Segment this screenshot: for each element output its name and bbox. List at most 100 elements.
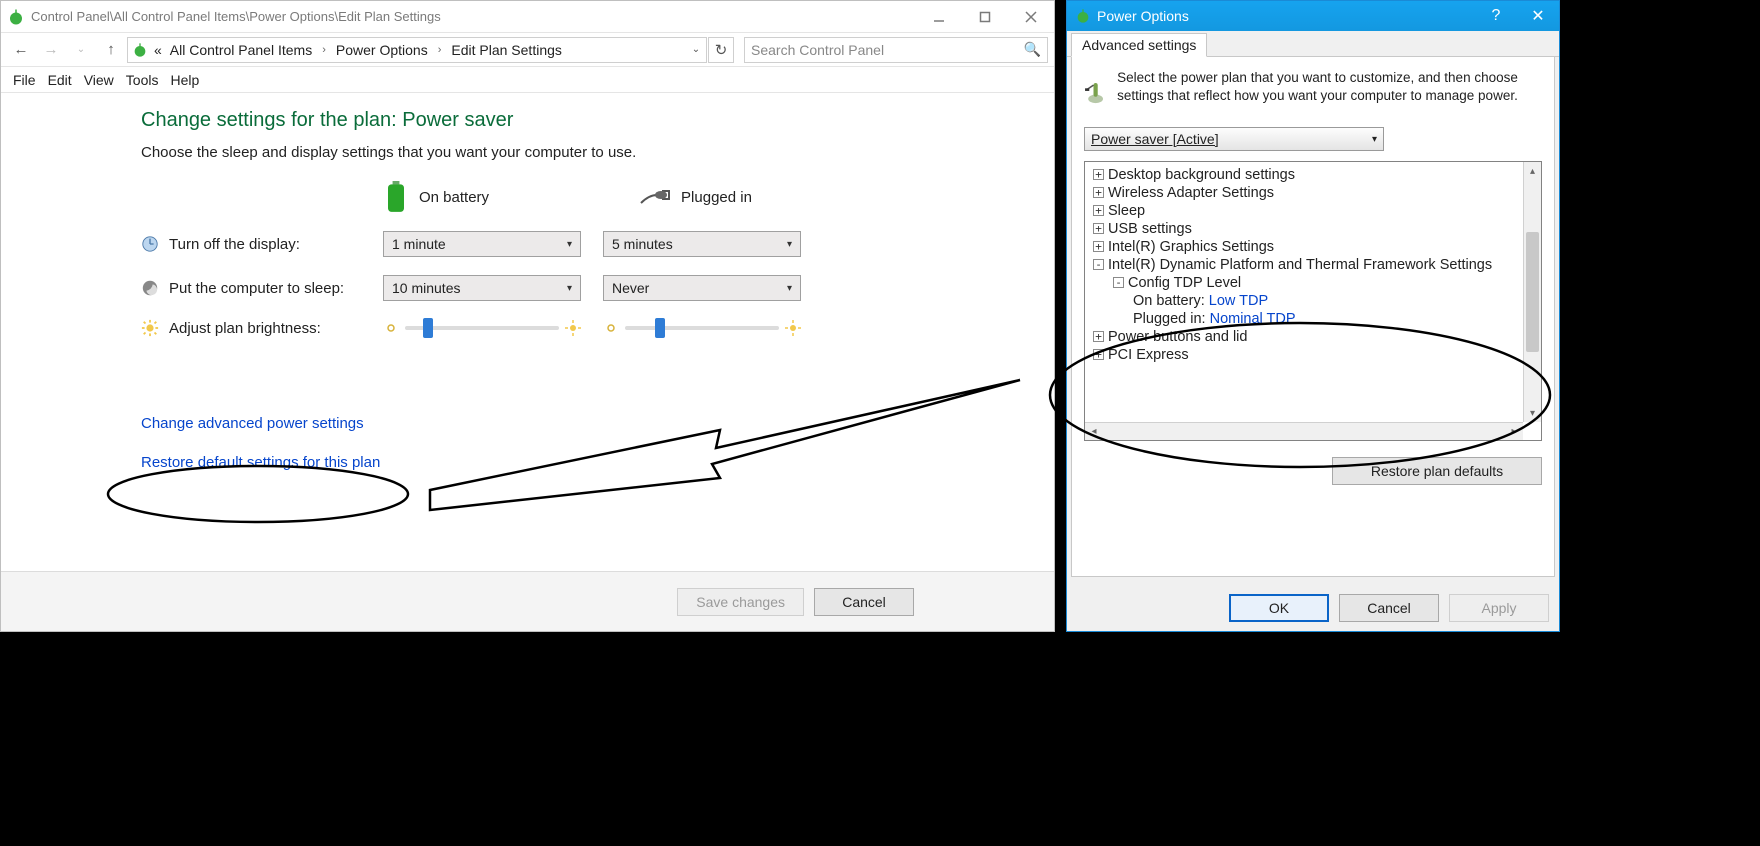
power-icon <box>1075 8 1091 24</box>
tree-item[interactable]: Desktop background settings <box>1108 167 1295 183</box>
menu-help[interactable]: Help <box>170 72 199 88</box>
power-icon <box>7 8 25 26</box>
scroll-right-icon[interactable]: ▸ <box>1505 423 1523 440</box>
scroll-left-icon[interactable]: ◂ <box>1085 423 1103 440</box>
tree-setting-value[interactable]: Low TDP <box>1209 293 1268 309</box>
settings-tree[interactable]: + Desktop background settings + Wireless A… <box>1084 161 1542 441</box>
search-input[interactable]: Search Control Panel 🔍 <box>744 37 1048 63</box>
menu-edit[interactable]: Edit <box>48 72 72 88</box>
dialog-title: Power Options <box>1097 8 1189 24</box>
control-panel-window: Control Panel\All Control Panel Items\Po… <box>0 0 1055 632</box>
tree-setting-label: Plugged in: <box>1133 311 1206 327</box>
column-plugged-in: Plugged in <box>639 187 752 207</box>
tree-item[interactable]: PCI Express <box>1108 347 1189 363</box>
breadcrumb-item[interactable]: Edit Plan Settings <box>449 42 564 58</box>
content-area: Change settings for the plan: Power save… <box>1 93 1054 571</box>
tree-item[interactable]: Config TDP Level <box>1128 275 1241 291</box>
breadcrumb-pre[interactable]: « <box>152 42 164 58</box>
address-dropdown[interactable]: ⌄ <box>686 44 706 55</box>
restore-plan-defaults-button[interactable]: Restore plan defaults <box>1332 457 1542 485</box>
restore-default-link[interactable]: Restore default settings for this plan <box>141 454 380 471</box>
menu-view[interactable]: View <box>84 72 114 88</box>
column-on-battery: On battery <box>383 181 489 213</box>
titlebar: Control Panel\All Control Panel Items\Po… <box>1 1 1054 33</box>
chevron-down-icon: ▾ <box>1372 134 1377 145</box>
tree-item[interactable]: Intel(R) Graphics Settings <box>1108 239 1274 255</box>
window-title: Control Panel\All Control Panel Items\Po… <box>31 9 441 24</box>
brightness-plugged-slider[interactable] <box>625 326 779 330</box>
collapse-icon[interactable]: - <box>1093 259 1104 270</box>
help-button[interactable]: ? <box>1475 1 1517 31</box>
dialog-close-button[interactable]: ✕ <box>1517 1 1559 31</box>
brightness-battery-slider[interactable] <box>405 326 559 330</box>
sun-dim-icon <box>383 320 399 336</box>
up-button[interactable]: ↑ <box>97 36 125 64</box>
tree-vertical-scrollbar[interactable]: ▴ ▾ <box>1523 162 1541 422</box>
plan-select-dropdown[interactable]: Power saver [Active] ▾ <box>1084 127 1384 151</box>
tree-setting-value[interactable]: Nominal TDP <box>1210 311 1296 327</box>
scroll-down-icon[interactable]: ▾ <box>1524 404 1541 422</box>
plug-icon <box>639 187 671 207</box>
sleep-plugged-dropdown[interactable]: Never▾ <box>603 275 801 301</box>
maximize-button[interactable] <box>962 2 1008 32</box>
collapse-icon[interactable]: - <box>1113 277 1124 288</box>
display-battery-dropdown[interactable]: 1 minute▾ <box>383 231 581 257</box>
expand-icon[interactable]: + <box>1093 241 1104 252</box>
expand-icon[interactable]: + <box>1093 349 1104 360</box>
menu-tools[interactable]: Tools <box>126 72 159 88</box>
tree-item[interactable]: USB settings <box>1108 221 1192 237</box>
save-button[interactable]: Save changes <box>677 588 804 616</box>
dialog-titlebar: Power Options ? ✕ <box>1067 1 1559 31</box>
chevron-down-icon: ▾ <box>567 239 572 250</box>
cancel-button[interactable]: Cancel <box>814 588 914 616</box>
expand-icon[interactable]: + <box>1093 169 1104 180</box>
tree-horizontal-scrollbar[interactable]: ◂ ▸ <box>1085 422 1523 440</box>
sleep-battery-dropdown[interactable]: 10 minutes▾ <box>383 275 581 301</box>
back-button[interactable]: ← <box>7 36 35 64</box>
forward-button[interactable]: → <box>37 36 65 64</box>
power-plan-icon <box>1084 69 1105 115</box>
dialog-description: Select the power plan that you want to c… <box>1117 69 1542 115</box>
page-subtext: Choose the sleep and display settings th… <box>141 144 1054 161</box>
brightness-icon <box>141 319 159 337</box>
sleep-icon <box>141 279 159 297</box>
sun-bright-icon <box>565 320 581 336</box>
expand-icon[interactable]: + <box>1093 205 1104 216</box>
apply-button[interactable]: Apply <box>1449 594 1549 622</box>
tree-item[interactable]: Sleep <box>1108 203 1145 219</box>
close-button[interactable] <box>1008 2 1054 32</box>
column-label: On battery <box>419 189 489 206</box>
refresh-button[interactable]: ↻ <box>708 37 734 63</box>
minimize-button[interactable] <box>916 2 962 32</box>
menu-bar: File Edit View Tools Help <box>1 67 1054 93</box>
battery-icon <box>383 181 409 213</box>
tree-setting-label: On battery: <box>1133 293 1205 309</box>
tab-advanced-settings[interactable]: Advanced settings <box>1071 33 1207 57</box>
scroll-thumb[interactable] <box>1526 232 1539 352</box>
expand-icon[interactable]: + <box>1093 331 1104 342</box>
display-plugged-dropdown[interactable]: 5 minutes▾ <box>603 231 801 257</box>
sun-dim-icon <box>603 320 619 336</box>
expand-icon[interactable]: + <box>1093 223 1104 234</box>
dialog-cancel-button[interactable]: Cancel <box>1339 594 1439 622</box>
chevron-down-icon: ▾ <box>567 283 572 294</box>
power-icon <box>132 42 148 58</box>
breadcrumb-item[interactable]: Power Options <box>334 42 430 58</box>
column-label: Plugged in <box>681 189 752 206</box>
sun-bright-icon <box>785 320 801 336</box>
recent-dropdown[interactable]: ⌄ <box>67 36 95 64</box>
footer-bar: Save changes Cancel <box>1 571 1054 631</box>
expand-icon[interactable]: + <box>1093 187 1104 198</box>
change-advanced-link[interactable]: Change advanced power settings <box>141 415 364 432</box>
scroll-up-icon[interactable]: ▴ <box>1524 162 1541 180</box>
tab-row: Advanced settings <box>1067 31 1559 57</box>
menu-file[interactable]: File <box>13 72 36 88</box>
row-label: Adjust plan brightness: <box>169 320 321 337</box>
breadcrumb-bar[interactable]: « All Control Panel Items › Power Option… <box>127 37 707 63</box>
breadcrumb-item[interactable]: All Control Panel Items <box>168 42 314 58</box>
ok-button[interactable]: OK <box>1229 594 1329 622</box>
row-label: Put the computer to sleep: <box>169 280 344 297</box>
tree-item[interactable]: Power buttons and lid <box>1108 329 1247 345</box>
tree-item[interactable]: Intel(R) Dynamic Platform and Thermal Fr… <box>1108 257 1492 273</box>
tree-item[interactable]: Wireless Adapter Settings <box>1108 185 1274 201</box>
